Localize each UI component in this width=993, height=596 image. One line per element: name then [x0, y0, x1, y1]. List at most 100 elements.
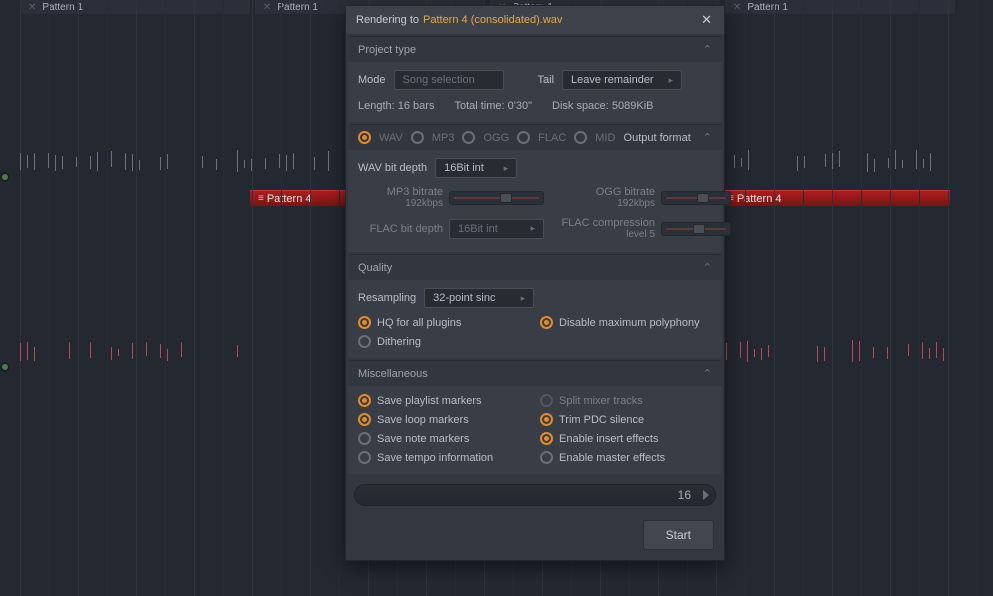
format-label: OGG — [483, 132, 509, 144]
format-radio-wav[interactable] — [358, 131, 371, 144]
format-radio-mid[interactable] — [574, 131, 587, 144]
chevron-up-icon: ⌃ — [703, 367, 712, 380]
section-output-format: WAV MP3 OGG FLAC MID Output format ⌃ WAV… — [348, 124, 722, 252]
misc-radio[interactable] — [540, 413, 553, 426]
pattern-label: Pattern 1 — [277, 2, 318, 13]
dialog-titlebar[interactable]: Rendering to Pattern 4 (consolidated).wa… — [346, 6, 724, 34]
format-label: FLAC — [538, 132, 566, 144]
dithering-label: Dithering — [377, 336, 421, 348]
misc-label: Save loop markers — [377, 414, 469, 426]
section-project-type: Project type ⌃ Mode Song selection Tail … — [348, 36, 722, 122]
progress-value: 16 — [678, 488, 691, 502]
start-button[interactable]: Start — [643, 520, 714, 550]
format-radio-ogg[interactable] — [462, 131, 475, 144]
section-title: Project type — [358, 44, 416, 56]
misc-option: Save tempo information — [358, 451, 530, 464]
title-filename: Pattern 4 (consolidated).wav — [423, 14, 562, 26]
chevron-right-icon: ▸ — [521, 293, 526, 304]
section-misc: Miscellaneous ⌃ Save playlist markers Spl… — [348, 360, 722, 474]
automation-handle[interactable] — [0, 172, 10, 182]
chevron-right-icon: ▸ — [504, 163, 509, 174]
misc-label: Split mixer tracks — [559, 395, 643, 407]
pattern-label: Pattern 1 — [747, 2, 788, 13]
format-label: MP3 — [432, 132, 455, 144]
chevron-right-icon: ▸ — [530, 223, 535, 234]
pattern4-clip[interactable]: ≡Pattern 4 — [250, 190, 345, 206]
misc-label: Enable master effects — [559, 452, 665, 464]
ogg-bitrate-slider[interactable] — [661, 191, 731, 205]
tail-select[interactable]: Leave remainder▸ — [562, 70, 682, 90]
ogg-bitrate-label: OGG bitrate192kbps — [550, 186, 655, 209]
chevron-up-icon: ⌃ — [703, 131, 712, 144]
misc-option: Split mixer tracks — [540, 394, 712, 407]
section-header[interactable]: Miscellaneous ⌃ — [348, 361, 722, 386]
chevron-up-icon: ⌃ — [703, 43, 712, 56]
format-label: WAV — [379, 132, 403, 144]
title-prefix: Rendering to — [356, 14, 419, 26]
close-icon[interactable]: ✕ — [263, 2, 271, 13]
pattern4-clip[interactable]: ≡Pattern 4 — [720, 190, 950, 206]
chevron-up-icon: ⌃ — [703, 261, 712, 274]
render-dialog: Rendering to Pattern 4 (consolidated).wa… — [345, 5, 725, 561]
chevron-right-icon: ▸ — [669, 75, 674, 86]
flac-depth-select[interactable]: 16Bit int▸ — [449, 219, 544, 239]
resampling-label: Resampling — [358, 292, 416, 304]
close-icon[interactable]: ✕ — [28, 2, 36, 13]
misc-option: Enable master effects — [540, 451, 712, 464]
section-title: Output format — [624, 132, 691, 144]
stat-length: Length: 16 bars — [358, 100, 434, 112]
hq-label: HQ for all plugins — [377, 317, 461, 329]
flac-depth-label: FLAC bit depth — [358, 223, 443, 235]
mp3-bitrate-slider[interactable] — [449, 191, 544, 205]
format-label: MID — [595, 132, 615, 144]
misc-radio[interactable] — [358, 432, 371, 445]
section-title: Quality — [358, 262, 392, 274]
stat-time: Total time: 0'30" — [454, 100, 532, 112]
wav-depth-label: WAV bit depth — [358, 162, 427, 174]
misc-option: Enable insert effects — [540, 432, 712, 445]
format-selector-row: WAV MP3 OGG FLAC MID Output format ⌃ — [348, 125, 722, 150]
wav-depth-select[interactable]: 16Bit int▸ — [435, 158, 517, 178]
tail-label: Tail — [538, 74, 555, 86]
misc-radio[interactable] — [540, 432, 553, 445]
section-header[interactable]: Quality ⌃ — [348, 255, 722, 280]
misc-label: Save tempo information — [377, 452, 493, 464]
pattern-header[interactable]: ✕ Pattern 1 — [725, 0, 955, 14]
flac-comp-slider[interactable] — [661, 222, 731, 236]
flac-comp-label: FLAC compressionlevel 5 — [550, 217, 655, 240]
mode-select[interactable]: Song selection — [394, 70, 504, 90]
misc-option: Save note markers — [358, 432, 530, 445]
mode-label: Mode — [358, 74, 386, 86]
misc-option: Save playlist markers — [358, 394, 530, 407]
dithering-radio[interactable] — [358, 335, 371, 348]
close-icon[interactable]: ✕ — [733, 2, 741, 13]
progress-bar[interactable]: 16 — [354, 484, 716, 506]
disable-polyphony-radio[interactable] — [540, 316, 553, 329]
section-header[interactable]: Project type ⌃ — [348, 37, 722, 62]
misc-radio[interactable] — [358, 451, 371, 464]
misc-label: Trim PDC silence — [559, 414, 644, 426]
resampling-select[interactable]: 32-point sinc▸ — [424, 288, 534, 308]
automation-handle[interactable] — [0, 362, 10, 372]
format-radio-mp3[interactable] — [411, 131, 424, 144]
misc-radio[interactable] — [358, 413, 371, 426]
misc-label: Save note markers — [377, 433, 469, 445]
mp3-bitrate-label: MP3 bitrate192kbps — [358, 186, 443, 209]
misc-option: Save loop markers — [358, 413, 530, 426]
misc-option: Trim PDC silence — [540, 413, 712, 426]
render-stats: Length: 16 bars Total time: 0'30" Disk s… — [358, 98, 712, 112]
pattern-label: Pattern 4 — [267, 193, 312, 205]
disable-poly-label: Disable maximum polyphony — [559, 317, 700, 329]
misc-label: Enable insert effects — [559, 433, 658, 445]
section-title: Miscellaneous — [358, 368, 428, 380]
misc-label: Save playlist markers — [377, 395, 482, 407]
close-icon[interactable]: ✕ — [699, 12, 714, 28]
misc-radio[interactable] — [540, 451, 553, 464]
pattern-header[interactable]: ✕Pattern 1 — [20, 0, 250, 14]
misc-radio — [540, 394, 553, 407]
format-radio-flac[interactable] — [517, 131, 530, 144]
stat-disk: Disk space: 5089KiB — [552, 100, 654, 112]
hq-plugins-radio[interactable] — [358, 316, 371, 329]
section-quality: Quality ⌃ Resampling 32-point sinc▸ HQ f… — [348, 254, 722, 358]
misc-radio[interactable] — [358, 394, 371, 407]
